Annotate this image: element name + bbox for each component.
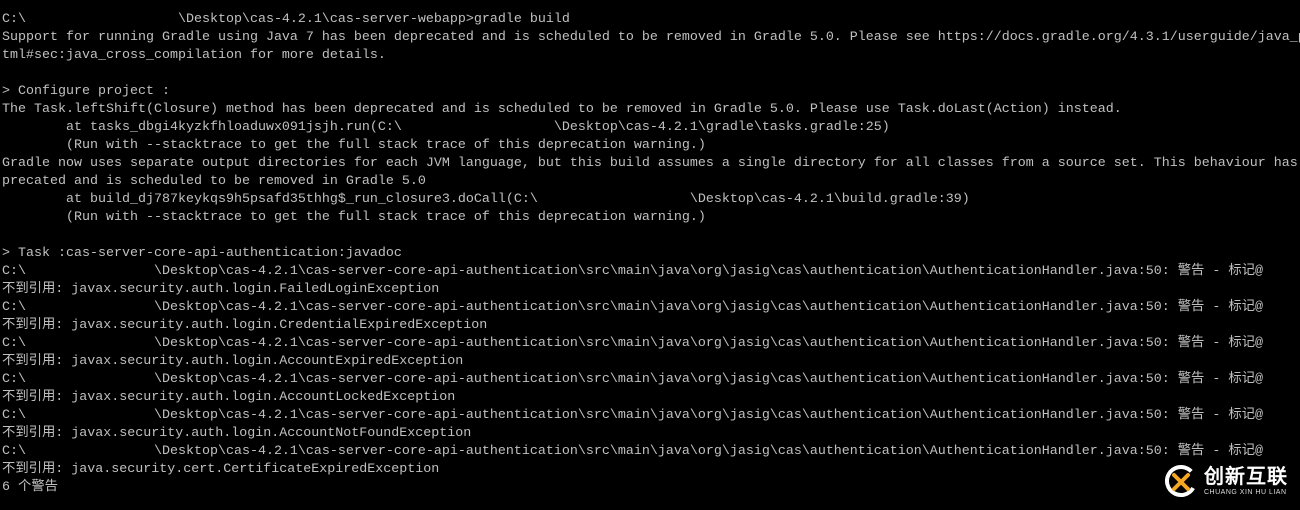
console-line: > Configure project : (2, 84, 170, 99)
console-line: C:\ \Desktop\cas-4.2.1\cas-server-core-a… (2, 444, 1264, 459)
console-line: C:\ \Desktop\cas-4.2.1\cas-server-core-a… (2, 264, 1264, 279)
console-line: > Task :cas-server-core-api-authenticati… (2, 246, 402, 261)
watermark-title: 创新互联 (1204, 464, 1288, 488)
watermark-logo: 创新互联 CHUANG XIN HU LIAN (1162, 462, 1298, 502)
console-line: Gradle now uses separate output director… (2, 156, 1298, 171)
console-line: precated and is scheduled to be removed … (2, 174, 426, 189)
console-line: C:\ \Desktop\cas-4.2.1\cas-server-core-a… (2, 300, 1264, 315)
console-line: (Run with --stacktrace to get the full s… (2, 210, 706, 225)
console-line: 不到引用: javax.security.auth.login.FailedLo… (2, 282, 440, 297)
console-line: 不到引用: javax.security.auth.login.AccountL… (2, 390, 456, 405)
console-line: 不到引用: java.security.cert.CertificateExpi… (2, 462, 440, 477)
console-line: 6 个警告 (2, 480, 58, 495)
console-line: 不到引用: javax.security.auth.login.AccountE… (2, 354, 464, 369)
console-line: 不到引用: javax.security.auth.login.Credenti… (2, 318, 488, 333)
console-line: C:\ \Desktop\cas-4.2.1\cas-server-core-a… (2, 408, 1264, 423)
console-line: C:\ \Desktop\cas-4.2.1\cas-server-core-a… (2, 336, 1264, 351)
console-window[interactable]: C:\ \Desktop\cas-4.2.1\cas-server-webapp… (0, 0, 1300, 510)
console-line: tml#sec:java_cross_compilation for more … (2, 48, 386, 63)
console-line: at build_dj787keykqs9h5psafd35thhg$_run_… (2, 192, 970, 207)
console-line: Support for running Gradle using Java 7 … (2, 30, 1300, 45)
console-line: 不到引用: javax.security.auth.login.AccountN… (2, 426, 472, 441)
console-output: C:\ \Desktop\cas-4.2.1\cas-server-webapp… (2, 11, 1300, 497)
console-line: C:\ \Desktop\cas-4.2.1\cas-server-core-a… (2, 372, 1264, 387)
console-line: C:\ \Desktop\cas-4.2.1\cas-server-webapp… (2, 12, 570, 27)
chuangxin-logo-icon (1165, 465, 1197, 497)
console-line: (Run with --stacktrace to get the full s… (2, 138, 706, 153)
console-line: The Task.leftShift(Closure) method has b… (2, 102, 1122, 117)
console-line: at tasks_dbgi4kyzkfhloaduwx091jsjh.run(C… (2, 120, 890, 135)
watermark-subtitle: CHUANG XIN HU LIAN (1204, 489, 1287, 496)
